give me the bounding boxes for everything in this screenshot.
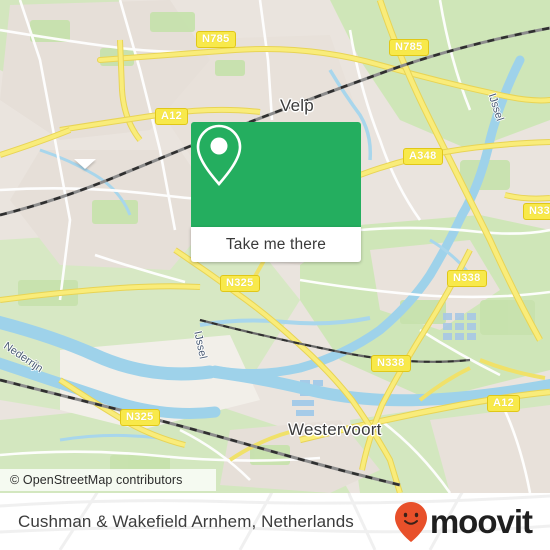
moovit-pin-icon <box>394 501 427 542</box>
map-screenshot: Velp Westervoort Nederrijn IJssel IJssel… <box>0 0 550 550</box>
road-shield-n338-south: N338 <box>371 355 411 372</box>
road-shield-a348: A348 <box>403 148 443 165</box>
map-pin-icon <box>196 124 242 186</box>
osm-attribution[interactable]: © OpenStreetMap contributors <box>0 469 216 491</box>
map-label-place: Velp <box>280 96 314 115</box>
place-title: Cushman & Wakefield Arnhem, Netherlands <box>18 511 354 531</box>
map-label-place: Westervoort <box>288 420 382 439</box>
map-canvas[interactable]: Velp Westervoort Nederrijn IJssel IJssel… <box>0 0 550 493</box>
osm-attribution-text: © OpenStreetMap contributors <box>10 473 183 487</box>
road-shield-n325-north: N325 <box>220 275 260 292</box>
road-shield-n785-east: N785 <box>389 39 429 56</box>
moovit-logo[interactable]: moovit <box>394 501 533 543</box>
popup-pointer-tail <box>74 159 96 169</box>
road-shield-n338-east: N338 <box>447 270 487 287</box>
road-shield-n785-north: N785 <box>196 31 236 48</box>
popup-image-area <box>191 122 361 227</box>
road-shield-a12-east: A12 <box>487 395 521 412</box>
take-me-there-label: Take me there <box>225 235 327 253</box>
location-popup[interactable]: Take me there <box>191 122 361 262</box>
moovit-wordmark: moovit <box>429 503 533 540</box>
take-me-there-button[interactable]: Take me there <box>191 227 361 262</box>
footer-bar: Cushman & Wakefield Arnhem, Netherlands … <box>0 493 550 550</box>
road-shield-n325-south: N325 <box>120 409 160 426</box>
road-shield-n33: N33 <box>523 203 550 220</box>
road-shield-a12-west: A12 <box>155 108 189 125</box>
